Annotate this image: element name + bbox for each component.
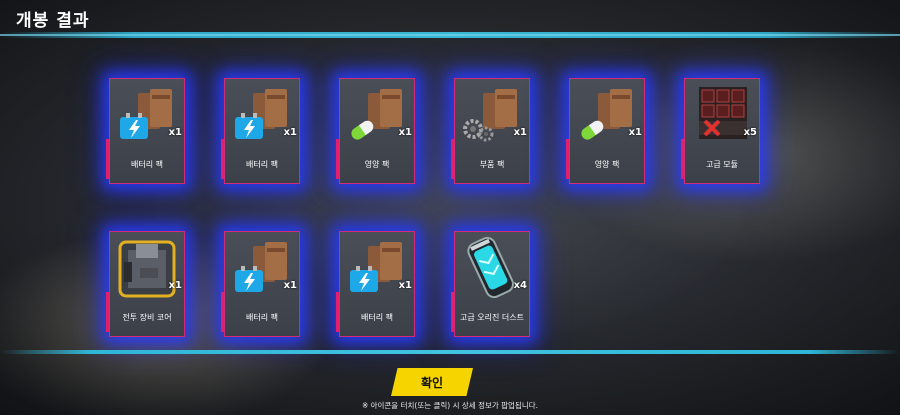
item-label: 전투 장비 코어	[122, 313, 172, 322]
item-quantity: x1	[628, 127, 642, 138]
item-quantity: x1	[513, 127, 527, 138]
divider-top	[0, 32, 900, 38]
item-card-advanced-module[interactable]: x5 고급 모듈	[681, 78, 760, 184]
item-label: 영양 팩	[364, 160, 390, 169]
item-card-battery-pack[interactable]: x1 배터리 팩	[221, 231, 300, 337]
item-label: 부품 팩	[479, 160, 505, 169]
info-note: ※ 아이콘을 터치(또는 클릭) 시 상세 정보가 팝업됩니다.	[361, 401, 539, 410]
item-quantity: x4	[513, 280, 527, 291]
item-quantity: x1	[283, 280, 297, 291]
item-quantity: x1	[283, 127, 297, 138]
item-label: 배터리 팩	[246, 160, 278, 169]
item-card-battery-pack[interactable]: x1 배터리 팩	[106, 78, 185, 184]
item-label: 배터리 팩	[131, 160, 163, 169]
item-card-parts-pack[interactable]: x1 부품 팩	[451, 78, 530, 184]
item-label: 고급 오리진 더스트	[460, 313, 524, 322]
item-card-battery-pack[interactable]: x1 배터리 팩	[336, 231, 415, 337]
item-card-nutrition-pack[interactable]: x1 영양 팩	[566, 78, 645, 184]
item-label: 고급 모듈	[706, 160, 738, 169]
item-quantity: x1	[398, 280, 412, 291]
item-quantity: x1	[398, 127, 412, 138]
divider-bottom	[0, 350, 900, 354]
item-label: 배터리 팩	[361, 313, 393, 322]
item-card-combat-core[interactable]: x1 전투 장비 코어	[106, 231, 185, 337]
confirm-button[interactable]: 확인	[391, 368, 473, 396]
item-label: 배터리 팩	[246, 313, 278, 322]
item-card-battery-pack[interactable]: x1 배터리 팩	[221, 78, 300, 184]
item-card-origin-dust[interactable]: x4 고급 오리진 더스트	[451, 231, 530, 337]
item-card-nutrition-pack[interactable]: x1 영양 팩	[336, 78, 415, 184]
item-quantity: x1	[168, 127, 182, 138]
item-quantity: x5	[743, 127, 757, 138]
item-quantity: x1	[168, 280, 182, 291]
item-label: 영양 팩	[594, 160, 620, 169]
page-title: 개봉 결과	[16, 11, 90, 31]
